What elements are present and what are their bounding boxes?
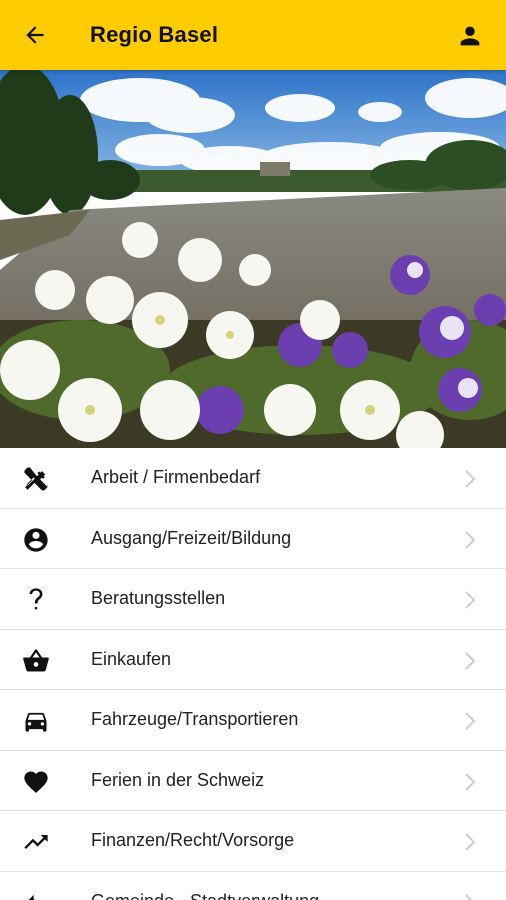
list-item-label: Finanzen/Recht/Vorsorge (91, 830, 295, 850)
list-item-beratung[interactable]: Beratungsstellen (0, 569, 506, 630)
category-list: Arbeit / Firmenbedarf Ausgang/Freizeit/B… (0, 448, 506, 900)
chevron-right-icon (465, 651, 476, 670)
shopping-basket-icon (23, 648, 49, 671)
person-icon[interactable] (456, 22, 484, 50)
hero-image (0, 70, 506, 448)
account-circle-icon (24, 527, 48, 552)
chevron-right-icon (465, 470, 476, 488)
chevron-right-icon (465, 893, 473, 900)
car-icon (25, 712, 47, 732)
list-item-label: Gemeinde - Stadtverwaltung (91, 891, 319, 900)
list-item-label: Ferien in der Schweiz (91, 769, 265, 790)
list-item-finanzen[interactable]: Finanzen/Recht/Vorsorge (0, 811, 506, 872)
list-item-gemeinde[interactable]: Gemeinde - Stadtverwaltung (0, 871, 506, 900)
list-item-label: Arbeit / Firmenbedarf (91, 467, 261, 487)
undo-arrow-icon (28, 894, 38, 900)
chevron-right-icon (465, 712, 476, 730)
list-item-arbeit[interactable]: Arbeit / Firmenbedarf (0, 448, 506, 509)
list-item-ausgang[interactable]: Ausgang/Freizeit/Bildung (0, 508, 506, 569)
chevron-right-icon (465, 833, 476, 851)
tools-icon (24, 467, 48, 491)
chevron-right-icon (465, 530, 476, 549)
list-item-ferien[interactable]: Ferien in der Schweiz (0, 750, 506, 811)
list-item-label: Beratungsstellen (91, 588, 226, 608)
list-item-fahrzeuge[interactable]: Fahrzeuge/Transportieren (0, 690, 506, 751)
list-item-label: Einkaufen (91, 648, 172, 669)
trending-up-icon (24, 835, 48, 849)
list-item-label: Fahrzeuge/Transportieren (91, 709, 299, 729)
chevron-right-icon (465, 591, 476, 609)
list-item-label: Ausgang/Freizeit/Bildung (91, 527, 292, 548)
app-bar: Regio Basel (0, 0, 506, 70)
arrow-back-icon[interactable] (22, 22, 48, 48)
question-mark-icon (29, 588, 43, 610)
heart-icon (24, 771, 48, 793)
page-title: Regio Basel (90, 22, 219, 47)
list-item-einkaufen[interactable]: Einkaufen (0, 629, 506, 690)
chevron-right-icon (465, 772, 476, 791)
